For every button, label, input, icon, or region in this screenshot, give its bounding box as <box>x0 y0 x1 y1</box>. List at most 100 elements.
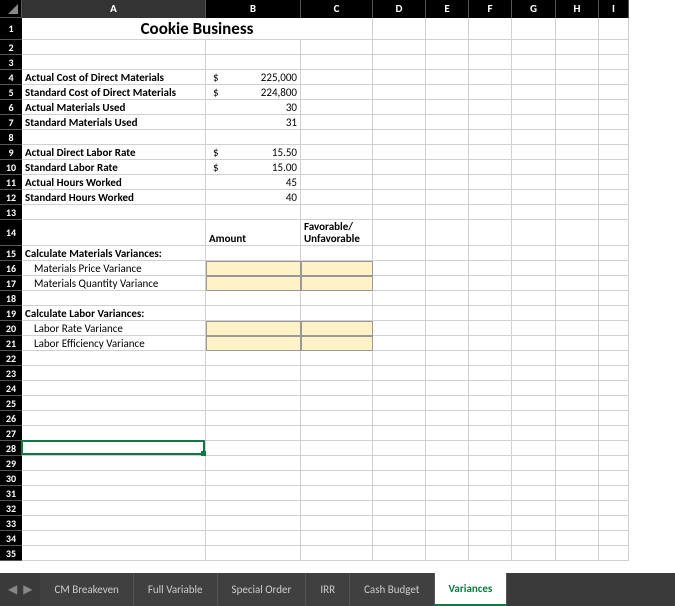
cell-B17[interactable] <box>206 276 301 291</box>
cell-F34[interactable] <box>469 531 512 546</box>
cell-I23[interactable] <box>599 366 629 381</box>
cell-H16[interactable] <box>556 261 599 276</box>
cell-H18[interactable] <box>556 291 599 306</box>
cell-A3[interactable] <box>22 55 206 70</box>
cell-F31[interactable] <box>469 486 512 501</box>
row-header-11[interactable]: 11 <box>0 175 22 190</box>
cell-F11[interactable] <box>469 175 512 190</box>
col-header-D[interactable]: D <box>373 0 426 18</box>
cell-C6[interactable] <box>301 100 373 115</box>
cell-A24[interactable] <box>22 381 206 396</box>
cell-C15[interactable] <box>301 246 373 261</box>
cell-C5[interactable] <box>301 85 373 100</box>
cell-I22[interactable] <box>599 351 629 366</box>
cell-C24[interactable] <box>301 381 373 396</box>
cell-I33[interactable] <box>599 516 629 531</box>
cell-A6[interactable]: Actual Materials Used <box>22 100 206 115</box>
cell-G10[interactable] <box>512 160 556 175</box>
cell-I29[interactable] <box>599 456 629 471</box>
cell-G21[interactable] <box>512 336 556 351</box>
cell-I3[interactable] <box>599 55 629 70</box>
cell-B2[interactable] <box>206 40 301 55</box>
tab-full-variable[interactable]: Full Variable <box>134 573 218 606</box>
cell-D9[interactable] <box>373 145 426 160</box>
cell-H28[interactable] <box>556 441 599 456</box>
row-header-31[interactable]: 31 <box>0 486 22 501</box>
cell-F35[interactable] <box>469 546 512 561</box>
cell-C33[interactable] <box>301 516 373 531</box>
cell-G34[interactable] <box>512 531 556 546</box>
cell-H34[interactable] <box>556 531 599 546</box>
cell-E6[interactable] <box>426 100 469 115</box>
cell-A7[interactable]: Standard Materials Used <box>22 115 206 130</box>
cell-A22[interactable] <box>22 351 206 366</box>
cell-G28[interactable] <box>512 441 556 456</box>
cell-H26[interactable] <box>556 411 599 426</box>
cell-E32[interactable] <box>426 501 469 516</box>
cell-A20[interactable]: Labor Rate Variance <box>22 321 206 336</box>
cell-A16[interactable]: Materials Price Variance <box>22 261 206 276</box>
cell-E22[interactable] <box>426 351 469 366</box>
cell-F1[interactable] <box>469 18 512 40</box>
row-header-3[interactable]: 3 <box>0 55 22 70</box>
cell-A8[interactable] <box>22 130 206 145</box>
cell-D29[interactable] <box>373 456 426 471</box>
cell-H9[interactable] <box>556 145 599 160</box>
cell-E11[interactable] <box>426 175 469 190</box>
cell-G29[interactable] <box>512 456 556 471</box>
cell-E3[interactable] <box>426 55 469 70</box>
cell-C31[interactable] <box>301 486 373 501</box>
cell-E24[interactable] <box>426 381 469 396</box>
cell-B35[interactable] <box>206 546 301 561</box>
cell-F9[interactable] <box>469 145 512 160</box>
cell-I31[interactable] <box>599 486 629 501</box>
cell-E31[interactable] <box>426 486 469 501</box>
cell-A9[interactable]: Actual Direct Labor Rate <box>22 145 206 160</box>
cell-B32[interactable] <box>206 501 301 516</box>
cell-H13[interactable] <box>556 205 599 220</box>
cell-D24[interactable] <box>373 381 426 396</box>
col-header-I[interactable]: I <box>599 0 629 18</box>
cell-D17[interactable] <box>373 276 426 291</box>
cell-F15[interactable] <box>469 246 512 261</box>
cell-H19[interactable] <box>556 306 599 321</box>
cell-I7[interactable] <box>599 115 629 130</box>
cell-A30[interactable] <box>22 471 206 486</box>
cell-H35[interactable] <box>556 546 599 561</box>
select-all-corner[interactable] <box>0 0 22 18</box>
cell-A21[interactable]: Labor Efficiency Variance <box>22 336 206 351</box>
cell-E18[interactable] <box>426 291 469 306</box>
cell-F7[interactable] <box>469 115 512 130</box>
cell-D34[interactable] <box>373 531 426 546</box>
cell-G18[interactable] <box>512 291 556 306</box>
cell-I5[interactable] <box>599 85 629 100</box>
cell-E12[interactable] <box>426 190 469 205</box>
cell-F26[interactable] <box>469 411 512 426</box>
cell-F32[interactable] <box>469 501 512 516</box>
row-header-27[interactable]: 27 <box>0 426 22 441</box>
title-cell[interactable]: Cookie Business <box>22 18 373 40</box>
cell-D15[interactable] <box>373 246 426 261</box>
cell-F8[interactable] <box>469 130 512 145</box>
cell-F4[interactable] <box>469 70 512 85</box>
cell-D25[interactable] <box>373 396 426 411</box>
cell-E30[interactable] <box>426 471 469 486</box>
cell-H10[interactable] <box>556 160 599 175</box>
cell-I34[interactable] <box>599 531 629 546</box>
cell-B34[interactable] <box>206 531 301 546</box>
cell-D13[interactable] <box>373 205 426 220</box>
cell-C22[interactable] <box>301 351 373 366</box>
row-header-33[interactable]: 33 <box>0 516 22 531</box>
cell-H32[interactable] <box>556 501 599 516</box>
row-header-10[interactable]: 10 <box>0 160 22 175</box>
cell-F33[interactable] <box>469 516 512 531</box>
cell-H15[interactable] <box>556 246 599 261</box>
cell-F6[interactable] <box>469 100 512 115</box>
cell-I11[interactable] <box>599 175 629 190</box>
cell-G25[interactable] <box>512 396 556 411</box>
cell-D31[interactable] <box>373 486 426 501</box>
cell-C10[interactable] <box>301 160 373 175</box>
cell-F2[interactable] <box>469 40 512 55</box>
cell-G27[interactable] <box>512 426 556 441</box>
row-header-5[interactable]: 5 <box>0 85 22 100</box>
